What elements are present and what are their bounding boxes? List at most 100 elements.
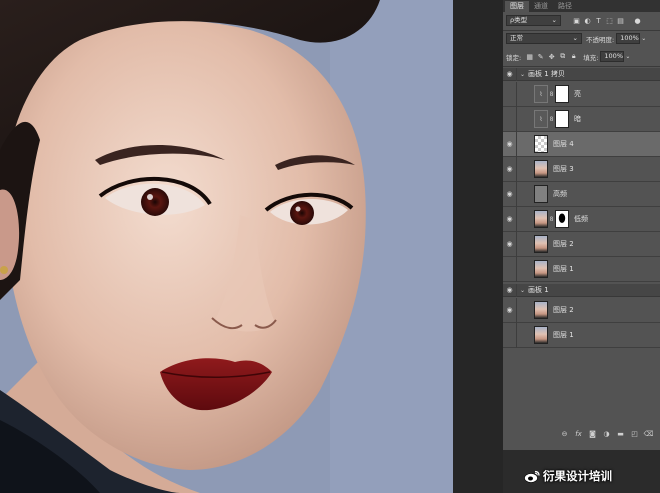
tab-layers[interactable]: 图层 xyxy=(505,1,529,12)
layer-name: 图层 2 xyxy=(553,306,574,314)
chevron-down-icon: ⌄ xyxy=(551,16,557,24)
layer-filter-select[interactable]: ρ类型 ⌄ xyxy=(506,15,561,26)
filter-shape-icon[interactable]: ⬚ xyxy=(604,15,615,26)
tab-channels[interactable]: 通道 xyxy=(529,1,553,12)
layer-name: 低频 xyxy=(574,215,588,223)
layer-name: 图层 2 xyxy=(553,240,574,248)
curves-adjustment-icon: ⌇ xyxy=(534,85,548,103)
layer-row[interactable]: 图层 1 xyxy=(503,322,660,348)
layer-mask-thumbnail[interactable] xyxy=(555,110,569,128)
layers-footer: ⊖ fx ◙ ◑ ▬ ◰ ⌫ xyxy=(503,428,660,440)
lock-transparent-icon[interactable]: ▦ xyxy=(524,51,535,62)
eye-icon-hidden[interactable] xyxy=(503,256,517,282)
layer-row-selected[interactable]: ◉ 图层 4 xyxy=(503,131,660,157)
layer-row[interactable]: ⌇ 8 暗 xyxy=(503,106,660,132)
fill-label: 填充: xyxy=(583,53,599,62)
layer-row[interactable]: ◉ 高频 xyxy=(503,181,660,207)
layer-thumbnail[interactable] xyxy=(534,210,548,228)
layer-row[interactable]: 图层 1 xyxy=(503,256,660,282)
layer-mask-thumbnail[interactable] xyxy=(555,85,569,103)
layer-thumbnail[interactable] xyxy=(534,185,548,203)
chevron-down-icon[interactable]: ⌄ xyxy=(641,35,646,42)
eye-icon[interactable]: ◉ xyxy=(503,181,517,207)
layer-name: 图层 3 xyxy=(553,165,574,173)
eye-icon-hidden[interactable] xyxy=(503,322,517,348)
lock-row: 锁定: ▦ ✎ ✥ ⧉ 🔒︎ 填充: 100% ⌄ xyxy=(503,51,660,62)
watermark-text: 衍果设计培训 xyxy=(543,469,612,483)
link-icon: 8 xyxy=(549,215,554,223)
chevron-down-icon[interactable]: ⌄ xyxy=(520,287,525,294)
layer-name: 图层 1 xyxy=(553,331,574,339)
blend-mode-select[interactable]: 正常 ⌄ xyxy=(506,33,582,44)
eye-icon[interactable]: ◉ xyxy=(503,283,517,297)
eye-icon-hidden[interactable] xyxy=(503,106,517,132)
opacity-input[interactable]: 100% xyxy=(616,33,641,44)
layers-panel: 图层 通道 路径 ρ类型 ⌄ ▣ ◐ T ⬚ ▤ ● 正常 ⌄ 不透明度: 100%… xyxy=(503,0,660,450)
lock-move-icon[interactable]: ✥ xyxy=(546,51,557,62)
fill-input[interactable]: 100% xyxy=(600,51,625,62)
weibo-icon xyxy=(524,470,540,483)
workspace-gutter xyxy=(453,0,503,493)
layer-mask-thumbnail[interactable] xyxy=(555,210,569,228)
filter-row: ρ类型 ⌄ ▣ ◐ T ⬚ ▤ ● xyxy=(503,15,660,26)
artboard-group-copy[interactable]: ◉ ⌄ 画板 1 拷贝 xyxy=(503,67,660,81)
filter-toggle-icon[interactable]: ● xyxy=(632,15,643,26)
layer-thumbnail[interactable] xyxy=(534,260,548,278)
lock-paint-icon[interactable]: ✎ xyxy=(535,51,546,62)
group-name: 画板 1 xyxy=(528,286,549,294)
filter-smart-icon[interactable]: ▤ xyxy=(615,15,626,26)
trash-icon[interactable]: ⌫ xyxy=(643,430,654,438)
layer-name: 图层 1 xyxy=(553,265,574,273)
tab-paths[interactable]: 路径 xyxy=(553,1,577,12)
link-icon[interactable]: ⊖ xyxy=(559,430,570,438)
mask-icon[interactable]: ◙ xyxy=(587,430,598,438)
new-layer-icon[interactable]: ◰ xyxy=(629,430,640,438)
opacity-label: 不透明度: xyxy=(586,35,615,44)
filter-type-icon[interactable]: T xyxy=(593,15,604,26)
layer-thumbnail[interactable] xyxy=(534,235,548,253)
layer-row[interactable]: ⌇ 8 亮 xyxy=(503,81,660,107)
lock-artboard-icon[interactable]: ⧉ xyxy=(557,51,568,62)
layer-row[interactable]: ◉ 图层 2 xyxy=(503,297,660,323)
layer-name: 亮 xyxy=(574,90,581,98)
folder-icon[interactable]: ▬ xyxy=(615,430,626,438)
filter-pixel-icon[interactable]: ▣ xyxy=(571,15,582,26)
chevron-down-icon[interactable]: ⌄ xyxy=(520,71,525,78)
watermark: 衍果设计培训 xyxy=(524,468,612,484)
adjustment-icon[interactable]: ◑ xyxy=(601,430,612,438)
portrait-image xyxy=(0,0,453,493)
fx-icon[interactable]: fx xyxy=(573,430,584,438)
lock-all-icon[interactable]: 🔒︎ xyxy=(568,51,579,62)
panel-tabs: 图层 通道 路径 xyxy=(503,0,660,12)
layer-thumbnail[interactable] xyxy=(534,135,548,153)
eye-icon[interactable]: ◉ xyxy=(503,231,517,257)
blend-row: 正常 ⌄ 不透明度: 100% ⌄ xyxy=(503,33,660,44)
filter-adjustment-icon[interactable]: ◐ xyxy=(582,15,593,26)
eye-icon[interactable]: ◉ xyxy=(503,131,517,157)
layer-name: 高频 xyxy=(553,190,567,198)
link-icon: 8 xyxy=(549,90,554,98)
artboard-group[interactable]: ◉ ⌄ 画板 1 xyxy=(503,283,660,297)
layer-thumbnail[interactable] xyxy=(534,326,548,344)
layer-row[interactable]: ◉ 8 低频 xyxy=(503,206,660,232)
eye-icon[interactable]: ◉ xyxy=(503,67,517,81)
layer-name: 暗 xyxy=(574,115,581,123)
chevron-down-icon[interactable]: ⌄ xyxy=(625,53,630,60)
eye-icon-hidden[interactable] xyxy=(503,81,517,107)
chevron-down-icon: ⌄ xyxy=(572,34,578,42)
link-icon: 8 xyxy=(549,115,554,123)
photoshop-window: 图层 通道 路径 ρ类型 ⌄ ▣ ◐ T ⬚ ▤ ● 正常 ⌄ 不透明度: 100%… xyxy=(0,0,660,493)
divider xyxy=(503,30,660,31)
layer-row[interactable]: ◉ 图层 3 xyxy=(503,156,660,182)
document-canvas[interactable] xyxy=(0,0,453,493)
layer-thumbnail[interactable] xyxy=(534,160,548,178)
divider xyxy=(503,66,660,67)
group-name: 画板 1 拷贝 xyxy=(528,70,565,78)
layer-row[interactable]: ◉ 图层 2 xyxy=(503,231,660,257)
lock-label: 锁定: xyxy=(506,53,522,62)
eye-icon[interactable]: ◉ xyxy=(503,297,517,323)
layer-thumbnail[interactable] xyxy=(534,301,548,319)
curves-adjustment-icon: ⌇ xyxy=(534,110,548,128)
eye-icon[interactable]: ◉ xyxy=(503,206,517,232)
eye-icon[interactable]: ◉ xyxy=(503,156,517,182)
